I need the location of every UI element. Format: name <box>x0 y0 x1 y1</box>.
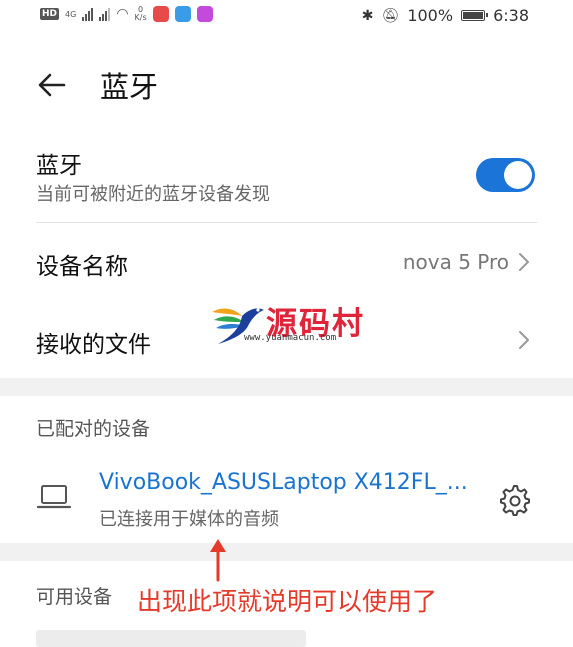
paired-devices-header: 已配对的设备 <box>36 418 151 440</box>
app-bar: 蓝牙 <box>0 50 573 120</box>
arrow-left-icon[interactable] <box>34 67 70 103</box>
app-notification-icon <box>196 6 213 22</box>
laptop-icon <box>36 485 72 509</box>
received-files-label: 接收的文件 <box>36 332 151 358</box>
mute-icon: 🔕︎ <box>381 7 400 24</box>
hd-badge: HD <box>40 8 60 20</box>
section-separator <box>0 543 573 561</box>
paired-device-row[interactable] <box>0 455 573 541</box>
signal-icon <box>82 7 94 21</box>
status-bar: HD 4G ◠ 0 K/s ✱ 🔕︎ 100% 6:38 <box>0 0 573 34</box>
chevron-right-icon <box>519 331 529 349</box>
bluetooth-subtitle: 当前可被附近的蓝牙设备发现 <box>36 184 270 205</box>
network-speed: 0 K/s <box>134 5 147 22</box>
device-name-value: nova 5 Pro <box>402 250 509 274</box>
gear-icon[interactable] <box>497 483 531 517</box>
signal-2-icon <box>99 7 111 21</box>
app-notification-icon <box>152 6 169 22</box>
wifi-icon: ◠ <box>116 6 129 22</box>
watermark-logo: 源码村 www.yuanmacun.com <box>208 296 368 348</box>
page-title: 蓝牙 <box>100 70 159 104</box>
status-bar-right: ✱ 🔕︎ 100% 6:38 <box>362 6 529 25</box>
annotation-arrow-icon <box>210 539 226 582</box>
chevron-right-icon <box>519 253 529 271</box>
bluetooth-label: 蓝牙 <box>36 153 82 179</box>
bluetooth-status-icon: ✱ <box>361 7 374 24</box>
section-separator <box>0 378 573 396</box>
device-name-row[interactable]: 设备名称 nova 5 Pro <box>0 223 573 301</box>
clock: 6:38 <box>493 6 529 25</box>
switch-knob <box>504 161 532 189</box>
battery-percent: 100% <box>407 6 454 25</box>
app-notification-icon <box>174 6 191 22</box>
available-devices-header: 可用设备 <box>36 586 113 608</box>
bluetooth-switch[interactable] <box>476 158 535 192</box>
net-label: 4G <box>65 9 77 19</box>
device-name-label: 设备名称 <box>36 254 128 280</box>
status-bar-left: HD 4G ◠ 0 K/s <box>40 6 213 22</box>
watermark-url: www.yuanmacun.com <box>244 333 337 343</box>
paired-device-status: 已连接用于媒体的音频 <box>99 509 279 530</box>
paired-device-name[interactable]: VivoBook_ASUSLaptop X412FL_... <box>99 470 468 495</box>
battery-icon <box>461 10 489 21</box>
available-device-row-placeholder[interactable] <box>36 630 306 647</box>
annotation-text: 出现此项就说明可以使用了 <box>137 587 438 616</box>
